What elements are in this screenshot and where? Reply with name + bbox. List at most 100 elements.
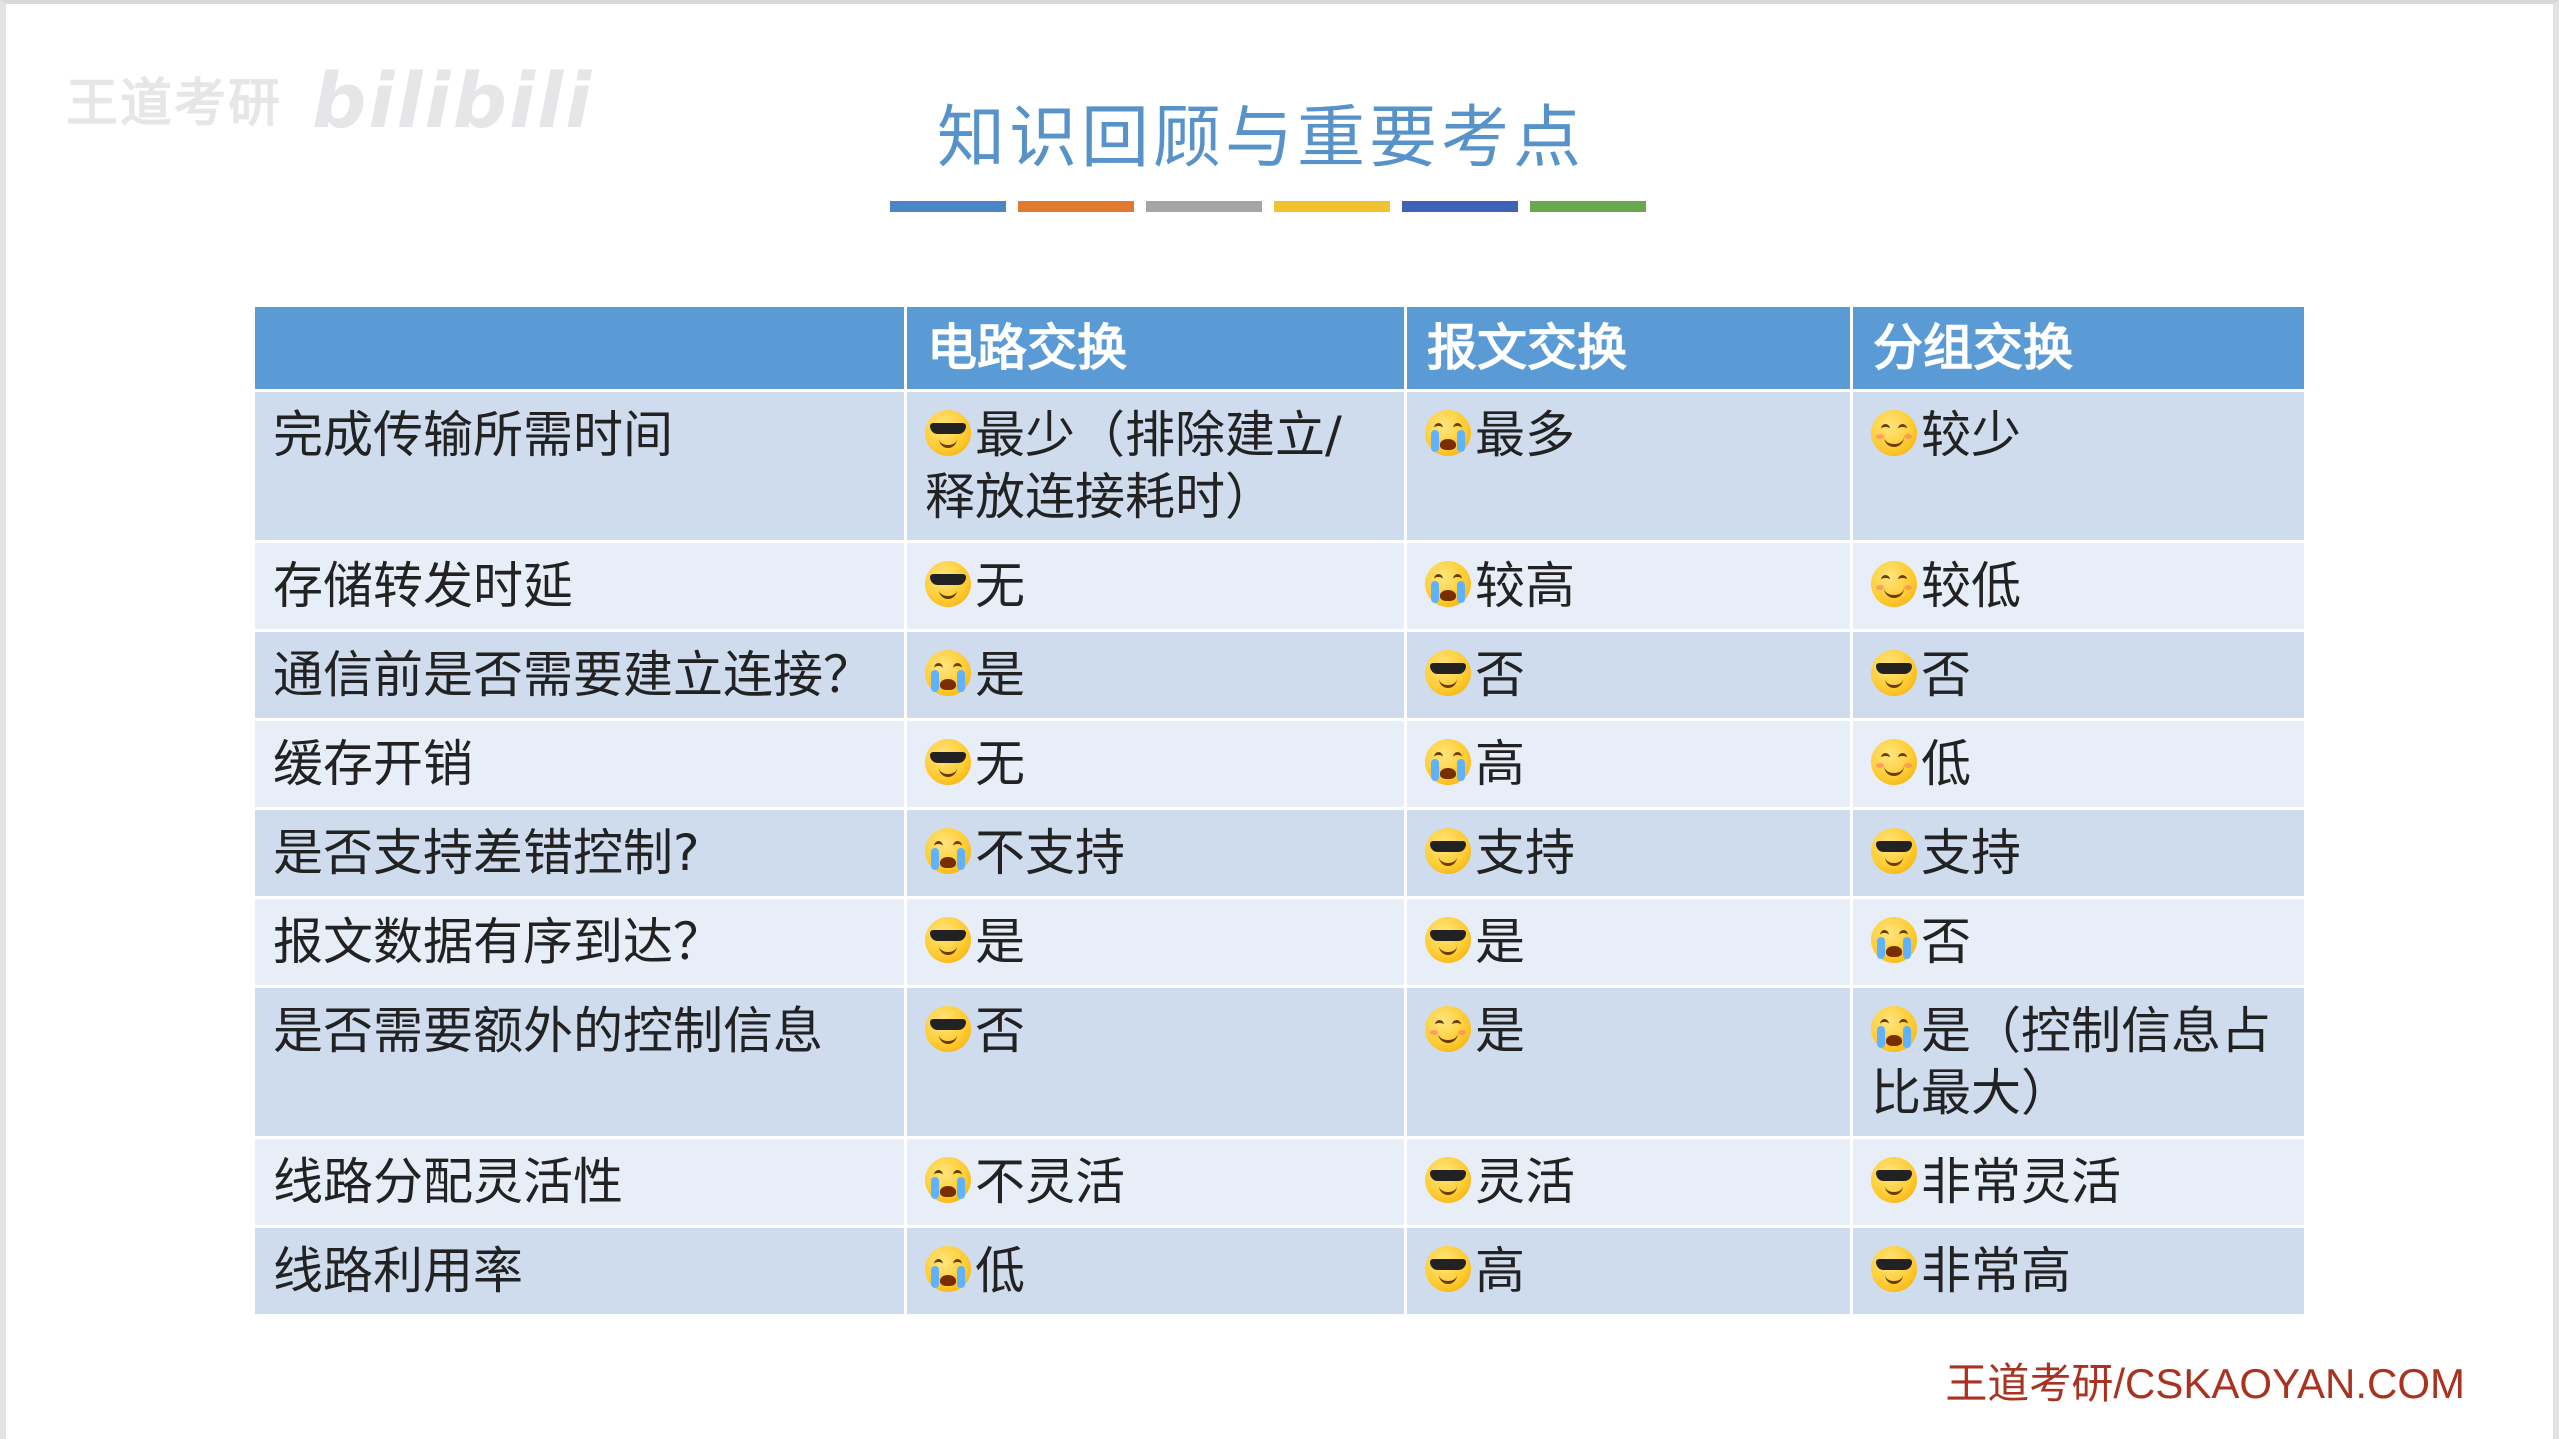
table-cell: 支持 xyxy=(1850,807,2307,899)
cell-text: 是 xyxy=(975,913,1025,971)
table-row: 缓存开销 无 高 低 xyxy=(252,718,2307,810)
cell-text: 不支持 xyxy=(975,824,1125,882)
color-bar-segment xyxy=(1018,201,1134,212)
cell-text: 最多 xyxy=(1475,406,1575,464)
table-cell: 是 xyxy=(904,896,1407,988)
title-color-bar xyxy=(890,201,1646,212)
table-cell: 否 xyxy=(1404,629,1853,721)
header-packet-switching: 分组交换 xyxy=(1850,304,2307,392)
row-label: 通信前是否需要建立连接？ xyxy=(252,629,907,721)
table-cell: 是（控制信息占比最大） xyxy=(1850,985,2307,1139)
table-cell: 不灵活 xyxy=(904,1136,1407,1228)
table-row: 完成传输所需时间 最少（排除建立/释放连接耗时） 最多 较少 xyxy=(252,389,2307,543)
table-cell: 较少 xyxy=(1850,389,2307,543)
table-cell: 不支持 xyxy=(904,807,1407,899)
crying-face-icon xyxy=(1425,561,1471,607)
header-message-switching: 报文交换 xyxy=(1404,304,1853,392)
sunglasses-face-icon xyxy=(925,561,971,607)
table-row: 是否支持差错控制? 不支持 支持 支持 xyxy=(252,807,2307,899)
header-circuit-switching: 电路交换 xyxy=(904,304,1407,392)
table-cell: 低 xyxy=(904,1225,1407,1317)
table-cell: 支持 xyxy=(1404,807,1853,899)
table-cell: 否 xyxy=(1850,896,2307,988)
row-label: 线路分配灵活性 xyxy=(252,1136,907,1228)
sunglasses-face-icon xyxy=(925,410,971,456)
crying-face-icon xyxy=(925,1246,971,1292)
color-bar-segment xyxy=(1274,201,1390,212)
slide-title: 知识回顾与重要考点 xyxy=(936,99,1585,178)
smiling-face-icon xyxy=(1871,561,1917,607)
row-label: 线路利用率 xyxy=(252,1225,907,1317)
table-cell: 是 xyxy=(1404,896,1853,988)
row-label: 是否需要额外的控制信息 xyxy=(252,985,907,1139)
cell-text: 不灵活 xyxy=(975,1153,1125,1211)
cell-text: 无 xyxy=(975,735,1025,793)
table-cell: 非常灵活 xyxy=(1850,1136,2307,1228)
color-bar-segment xyxy=(1530,201,1646,212)
cell-text: 是 xyxy=(1475,913,1525,971)
cell-text: 否 xyxy=(1921,646,1971,704)
sunglasses-face-icon xyxy=(1871,828,1917,874)
cell-text: 是 xyxy=(975,646,1025,704)
table-row: 报文数据有序到达？ 是 是 否 xyxy=(252,896,2307,988)
header-empty xyxy=(252,304,907,392)
table-row: 线路分配灵活性 不灵活 灵活 非常灵活 xyxy=(252,1136,2307,1228)
color-bar-segment xyxy=(890,201,1006,212)
table-cell: 高 xyxy=(1404,718,1853,810)
table-cell: 否 xyxy=(1850,629,2307,721)
table-row: 是否需要额外的控制信息 否 是 是（控制信息占比最大） xyxy=(252,985,2307,1139)
cell-text: 无 xyxy=(975,557,1025,615)
table-cell: 最多 xyxy=(1404,389,1853,543)
comparison-table: 电路交换 报文交换 分组交换 完成传输所需时间 最少（排除建立/释放连接耗时） 最多… xyxy=(252,304,2307,1317)
crying-face-icon xyxy=(1871,1006,1917,1052)
cell-text: 灵活 xyxy=(1475,1153,1575,1211)
sunglasses-face-icon xyxy=(925,739,971,785)
sunglasses-face-icon xyxy=(1871,650,1917,696)
table-row: 存储转发时延 无 较高 较低 xyxy=(252,540,2307,632)
cell-text: 支持 xyxy=(1475,824,1575,882)
smiling-face-icon xyxy=(1871,410,1917,456)
table-cell: 高 xyxy=(1404,1225,1853,1317)
crying-face-icon xyxy=(1425,410,1471,456)
row-label: 完成传输所需时间 xyxy=(252,389,907,543)
cell-text: 低 xyxy=(975,1242,1025,1300)
footer-brand: 王道考研/CSKAOYAN.COM xyxy=(1945,1360,2465,1407)
table-cell: 低 xyxy=(1850,718,2307,810)
cell-text: 最少（排除建立/释放连接耗时） xyxy=(925,406,1342,526)
sunglasses-face-icon xyxy=(925,1006,971,1052)
crying-face-icon xyxy=(925,650,971,696)
sunglasses-face-icon xyxy=(925,917,971,963)
cell-text: 较低 xyxy=(1921,557,2021,615)
row-label: 报文数据有序到达？ xyxy=(252,896,907,988)
cell-text: 是（控制信息占比最大） xyxy=(1871,1002,2271,1122)
table-cell: 较高 xyxy=(1404,540,1853,632)
table-cell: 非常高 xyxy=(1850,1225,2307,1317)
color-bar-segment xyxy=(1402,201,1518,212)
cell-text: 非常高 xyxy=(1921,1242,2071,1300)
cell-text: 较少 xyxy=(1921,406,2021,464)
table-cell: 否 xyxy=(904,985,1407,1139)
table-cell: 最少（排除建立/释放连接耗时） xyxy=(904,389,1407,543)
sunglasses-face-icon xyxy=(1871,1157,1917,1203)
cell-text: 高 xyxy=(1475,735,1525,793)
sunglasses-face-icon xyxy=(1425,650,1471,696)
cell-text: 较高 xyxy=(1475,557,1575,615)
table-row: 线路利用率 低 高 非常高 xyxy=(252,1225,2307,1317)
table-cell: 是 xyxy=(904,629,1407,721)
color-bar-segment xyxy=(1146,201,1262,212)
sunglasses-face-icon xyxy=(1425,1157,1471,1203)
cell-text: 低 xyxy=(1921,735,1971,793)
smiling-face-icon xyxy=(1871,739,1917,785)
cell-text: 非常灵活 xyxy=(1921,1153,2121,1211)
slide: 王道考研 bilibili 知识回顾与重要考点 电路交换 报文交换 分组交换 完成… xyxy=(0,0,2559,1439)
table-cell: 无 xyxy=(904,540,1407,632)
cell-text: 高 xyxy=(1475,1242,1525,1300)
cell-text: 否 xyxy=(975,1002,1025,1060)
sunglasses-face-icon xyxy=(1425,1246,1471,1292)
table-cell: 无 xyxy=(904,718,1407,810)
cell-text: 支持 xyxy=(1921,824,2021,882)
table-header-row: 电路交换 报文交换 分组交换 xyxy=(252,304,2307,392)
sunglasses-face-icon xyxy=(1425,828,1471,874)
crying-face-icon xyxy=(925,1157,971,1203)
cell-text: 否 xyxy=(1921,913,1971,971)
